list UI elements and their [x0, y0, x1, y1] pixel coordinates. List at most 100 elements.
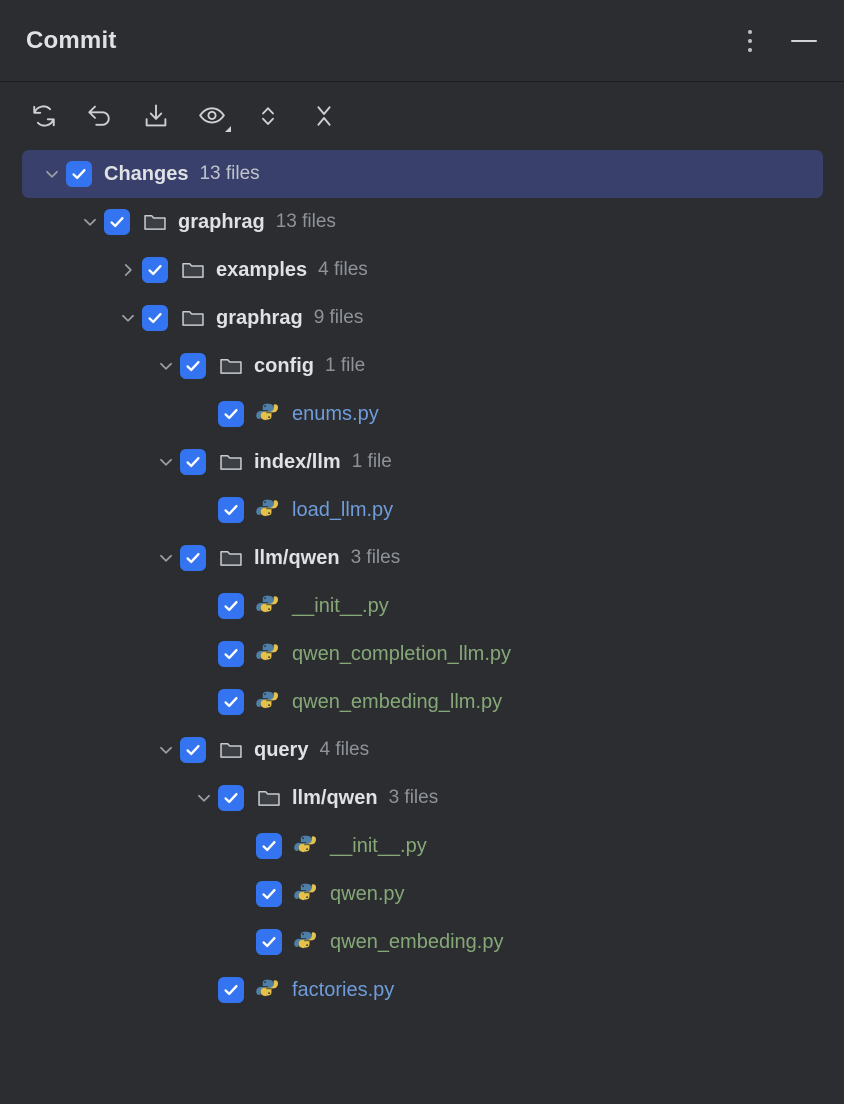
kebab-menu-icon	[748, 30, 752, 52]
chevron-down-icon[interactable]	[38, 160, 66, 188]
tree-row-file[interactable]: factories.py	[22, 966, 823, 1014]
checkbox-checked[interactable]	[142, 305, 168, 331]
collapse-all-icon	[309, 101, 339, 131]
tree-row-label: graphrag	[216, 307, 303, 330]
checkbox-checked[interactable]	[218, 689, 244, 715]
checkbox-checked[interactable]	[218, 785, 244, 811]
tree-twisty-placeholder	[228, 832, 256, 860]
tree-row-folder[interactable]: config1 file	[22, 342, 823, 390]
tree-row-label: factories.py	[292, 979, 394, 1002]
checkbox-checked[interactable]	[180, 545, 206, 571]
commit-tool-window: Commit	[0, 0, 844, 1104]
changes-group-label: Changes	[104, 163, 188, 186]
commit-titlebar: Commit	[0, 0, 844, 82]
dropdown-triangle-icon	[225, 126, 231, 132]
tree-row-file-count: 3 files	[351, 547, 401, 569]
tree-row-folder[interactable]: index/llm 1 file	[22, 438, 823, 486]
tree-row-file-count: 4 files	[318, 259, 368, 281]
expand-collapse-button[interactable]	[248, 96, 288, 136]
checkbox-checked[interactable]	[218, 497, 244, 523]
tree-row-folder[interactable]: Changes13 files	[22, 150, 823, 198]
tree-row-file[interactable]: enums.py	[22, 390, 823, 438]
tree-row-label: qwen_embeding.py	[330, 931, 503, 954]
tree-row-file[interactable]: qwen_embeding.py	[22, 918, 823, 966]
python-file-icon	[294, 833, 320, 859]
folder-icon	[218, 353, 244, 379]
tree-twisty-placeholder	[190, 400, 218, 428]
tree-row-file[interactable]: qwen_embeding_llm.py	[22, 678, 823, 726]
tree-row-file[interactable]: qwen.py	[22, 870, 823, 918]
chevron-right-icon[interactable]	[114, 256, 142, 284]
tree-row-folder[interactable]: llm/qwen 3 files	[22, 534, 823, 582]
minimize-button[interactable]	[788, 25, 820, 57]
tree-twisty-placeholder	[190, 688, 218, 716]
tree-row-label: examples	[216, 259, 307, 282]
tree-row-label: enums.py	[292, 403, 379, 426]
chevron-down-icon[interactable]	[152, 736, 180, 764]
tree-row-folder[interactable]: graphrag 9 files	[22, 294, 823, 342]
chevron-down-icon[interactable]	[152, 448, 180, 476]
show-diff-preview-button[interactable]	[192, 96, 232, 136]
changes-tree[interactable]: Changes13 filesgraphrag13 files examples 4…	[0, 150, 844, 1104]
tree-twisty-placeholder	[190, 496, 218, 524]
tree-row-folder[interactable]: llm/qwen3 files	[22, 774, 823, 822]
checkbox-checked[interactable]	[218, 593, 244, 619]
refresh-changes-button[interactable]	[24, 96, 64, 136]
tree-row-file-count: 4 files	[319, 739, 369, 761]
checkbox-checked[interactable]	[180, 449, 206, 475]
tree-twisty-placeholder	[190, 592, 218, 620]
tree-row-label: graphrag	[178, 211, 265, 234]
folder-icon	[180, 305, 206, 331]
checkbox-checked[interactable]	[66, 161, 92, 187]
checkbox-checked[interactable]	[142, 257, 168, 283]
tree-row-file[interactable]: qwen_completion_llm.py	[22, 630, 823, 678]
tree-row-label: qwen.py	[330, 883, 405, 906]
titlebar-actions	[734, 25, 820, 57]
chevron-down-icon[interactable]	[190, 784, 218, 812]
checkbox-checked[interactable]	[256, 833, 282, 859]
tree-row-folder[interactable]: query4 files	[22, 726, 823, 774]
minimize-icon	[791, 40, 817, 42]
tree-twisty-placeholder	[190, 640, 218, 668]
python-file-icon	[256, 497, 282, 523]
tree-row-file-count: 1 file	[352, 451, 392, 473]
tree-row-file-count: 9 files	[314, 307, 364, 329]
checkbox-checked[interactable]	[218, 641, 244, 667]
checkbox-checked[interactable]	[180, 737, 206, 763]
tree-twisty-placeholder	[190, 976, 218, 1004]
refresh-icon	[29, 101, 59, 131]
checkbox-checked[interactable]	[256, 929, 282, 955]
python-file-icon	[294, 929, 320, 955]
tree-row-file[interactable]: __init__.py	[22, 582, 823, 630]
python-file-icon	[256, 689, 282, 715]
checkbox-checked[interactable]	[218, 401, 244, 427]
tree-row-label: llm/qwen	[254, 547, 340, 570]
python-file-icon	[256, 977, 282, 1003]
tree-row-label: qwen_embeding_llm.py	[292, 691, 502, 714]
python-file-icon	[256, 641, 282, 667]
revert-undo-icon	[85, 101, 115, 131]
update-project-button[interactable]	[136, 96, 176, 136]
checkbox-checked[interactable]	[104, 209, 130, 235]
checkbox-checked[interactable]	[218, 977, 244, 1003]
python-file-icon	[256, 401, 282, 427]
chevron-down-icon[interactable]	[152, 352, 180, 380]
folder-icon	[256, 785, 282, 811]
tree-row-label: index/llm	[254, 451, 341, 474]
tree-twisty-placeholder	[228, 880, 256, 908]
chevron-down-icon[interactable]	[152, 544, 180, 572]
tree-row-folder[interactable]: graphrag13 files	[22, 198, 823, 246]
chevron-down-icon[interactable]	[76, 208, 104, 236]
chevron-down-icon[interactable]	[114, 304, 142, 332]
eye-preview-icon	[197, 101, 227, 131]
tree-row-file[interactable]: __init__.py	[22, 822, 823, 870]
more-options-button[interactable]	[734, 25, 766, 57]
rollback-button[interactable]	[80, 96, 120, 136]
checkbox-checked[interactable]	[256, 881, 282, 907]
folder-icon	[218, 545, 244, 571]
tree-row-file[interactable]: load_llm.py	[22, 486, 823, 534]
tree-row-label: qwen_completion_llm.py	[292, 643, 511, 666]
checkbox-checked[interactable]	[180, 353, 206, 379]
tree-row-folder[interactable]: examples 4 files	[22, 246, 823, 294]
collapse-all-button[interactable]	[304, 96, 344, 136]
